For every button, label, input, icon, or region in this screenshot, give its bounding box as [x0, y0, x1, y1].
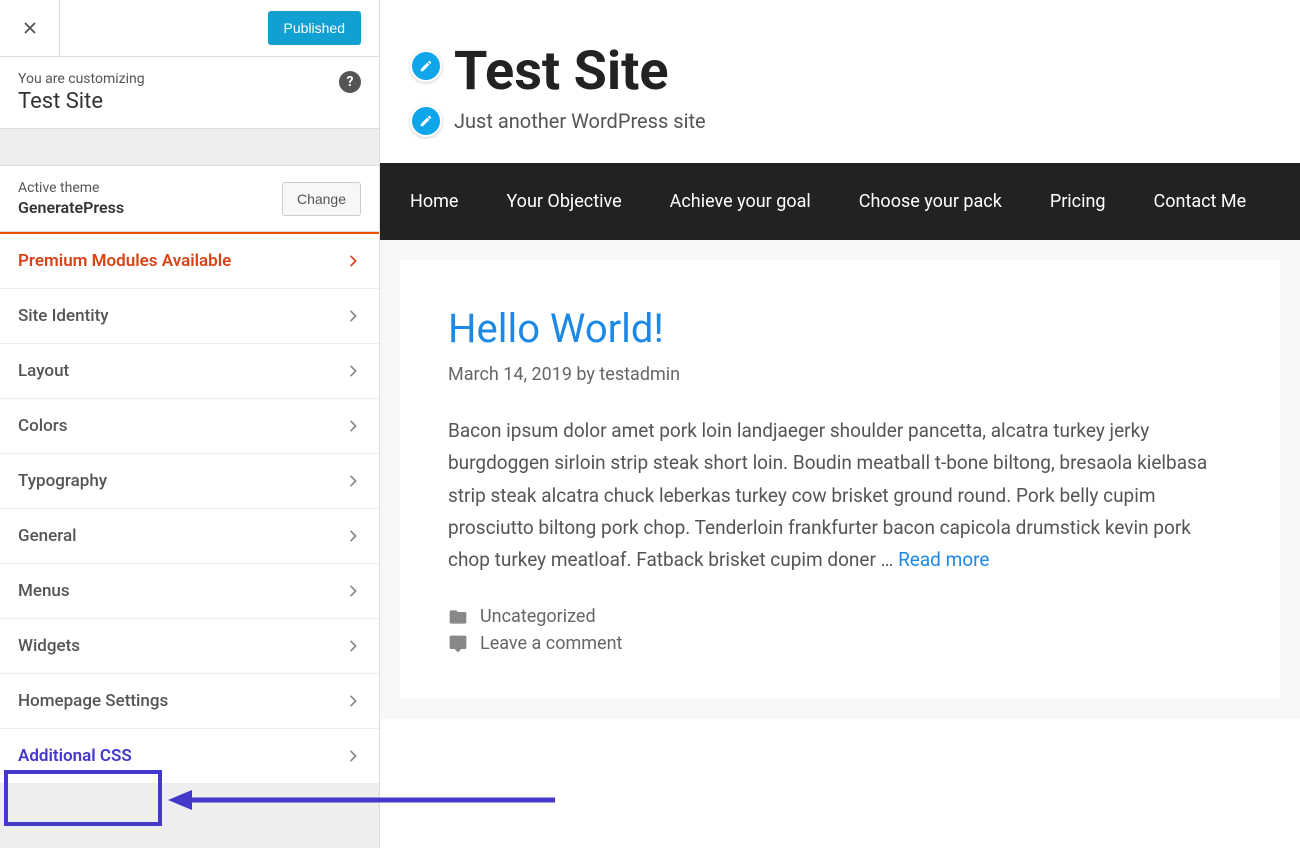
sidebar-item-colors[interactable]: Colors [0, 399, 379, 454]
pencil-icon [419, 59, 433, 73]
sidebar-header: Published [0, 0, 379, 57]
customizing-info: You are customizing Test Site ? [0, 57, 379, 129]
comment-icon [448, 634, 468, 654]
chevron-right-icon [345, 748, 361, 764]
nav-item-achieve-goal[interactable]: Achieve your goal [646, 163, 835, 240]
chevron-right-icon [345, 418, 361, 434]
sidebar-item-label: Colors [18, 416, 67, 436]
preview-header: Test Site Just another WordPress site [380, 0, 1300, 163]
sidebar-item-label: Menus [18, 581, 70, 601]
sidebar-item-label: Premium Modules Available [18, 251, 231, 271]
help-icon[interactable]: ? [339, 71, 361, 93]
nav-item-home[interactable]: Home [386, 163, 482, 240]
sidebar-item-premium-modules[interactable]: Premium Modules Available [0, 234, 379, 289]
close-icon [21, 19, 39, 37]
chevron-right-icon [345, 693, 361, 709]
sidebar-menu: Premium Modules Available Site Identity … [0, 232, 379, 784]
sidebar-item-additional-css[interactable]: Additional CSS [0, 729, 379, 784]
site-tagline-text: Just another WordPress site [454, 109, 706, 133]
spacer [0, 129, 379, 147]
sidebar-item-label: General [18, 526, 76, 546]
site-title-text: Test Site [454, 40, 669, 103]
post: Hello World! March 14, 2019 by testadmin… [400, 260, 1280, 699]
publish-button[interactable]: Published [268, 11, 362, 45]
close-button[interactable] [0, 0, 60, 56]
active-theme-panel: Active theme GeneratePress Change [0, 165, 379, 232]
sidebar-item-label: Additional CSS [18, 746, 132, 766]
post-excerpt: Bacon ipsum dolor amet pork loin landjae… [448, 419, 1207, 571]
preview-content: Hello World! March 14, 2019 by testadmin… [380, 240, 1300, 719]
sidebar-item-layout[interactable]: Layout [0, 344, 379, 399]
sidebar-item-label: Widgets [18, 636, 80, 656]
sidebar-item-menus[interactable]: Menus [0, 564, 379, 619]
preview-nav: Home Your Objective Achieve your goal Ch… [380, 163, 1300, 240]
edit-title-button[interactable] [410, 50, 442, 82]
edit-tagline-button[interactable] [410, 105, 442, 137]
chevron-right-icon [345, 473, 361, 489]
post-meta: March 14, 2019 by testadmin [448, 364, 1232, 385]
active-theme-label: Active theme [18, 180, 124, 196]
nav-item-pricing[interactable]: Pricing [1026, 163, 1130, 240]
leave-comment-link[interactable]: Leave a comment [480, 633, 622, 654]
publish-wrap: Published [60, 0, 379, 56]
site-title: Test Site [410, 40, 669, 103]
post-body: Bacon ipsum dolor amet pork loin landjae… [448, 415, 1232, 576]
preview-pane: Test Site Just another WordPress site Ho… [380, 0, 1300, 848]
post-date: March 14, 2019 [448, 364, 572, 385]
customizing-site-name: Test Site [18, 89, 361, 114]
nav-item-contact[interactable]: Contact Me [1130, 163, 1271, 240]
post-title[interactable]: Hello World! [448, 305, 1232, 352]
pencil-icon [419, 114, 433, 128]
post-footer-meta: Uncategorized Leave a comment [448, 606, 1232, 654]
chevron-right-icon [345, 253, 361, 269]
post-category-link[interactable]: Uncategorized [480, 606, 596, 627]
chevron-right-icon [345, 363, 361, 379]
site-tagline: Just another WordPress site [410, 109, 1270, 133]
chevron-right-icon [345, 308, 361, 324]
chevron-right-icon [345, 638, 361, 654]
folder-icon [448, 607, 468, 627]
sidebar-item-label: Homepage Settings [18, 691, 168, 711]
read-more-link[interactable]: Read more [898, 548, 989, 571]
chevron-right-icon [345, 528, 361, 544]
sidebar-item-general[interactable]: General [0, 509, 379, 564]
sidebar-item-typography[interactable]: Typography [0, 454, 379, 509]
customizing-label: You are customizing [18, 71, 361, 87]
chevron-right-icon [345, 583, 361, 599]
sidebar-item-widgets[interactable]: Widgets [0, 619, 379, 674]
change-theme-button[interactable]: Change [282, 182, 361, 216]
sidebar-item-label: Layout [18, 361, 69, 381]
theme-name: GeneratePress [18, 198, 124, 217]
sidebar-item-label: Typography [18, 471, 107, 491]
sidebar-item-label: Site Identity [18, 306, 109, 326]
customizer-sidebar: Published You are customizing Test Site … [0, 0, 380, 848]
sidebar-item-site-identity[interactable]: Site Identity [0, 289, 379, 344]
nav-item-choose-pack[interactable]: Choose your pack [835, 163, 1026, 240]
nav-item-your-objective[interactable]: Your Objective [482, 163, 645, 240]
post-author[interactable]: testadmin [599, 364, 680, 385]
sidebar-item-homepage-settings[interactable]: Homepage Settings [0, 674, 379, 729]
post-by-label: by [576, 364, 595, 385]
